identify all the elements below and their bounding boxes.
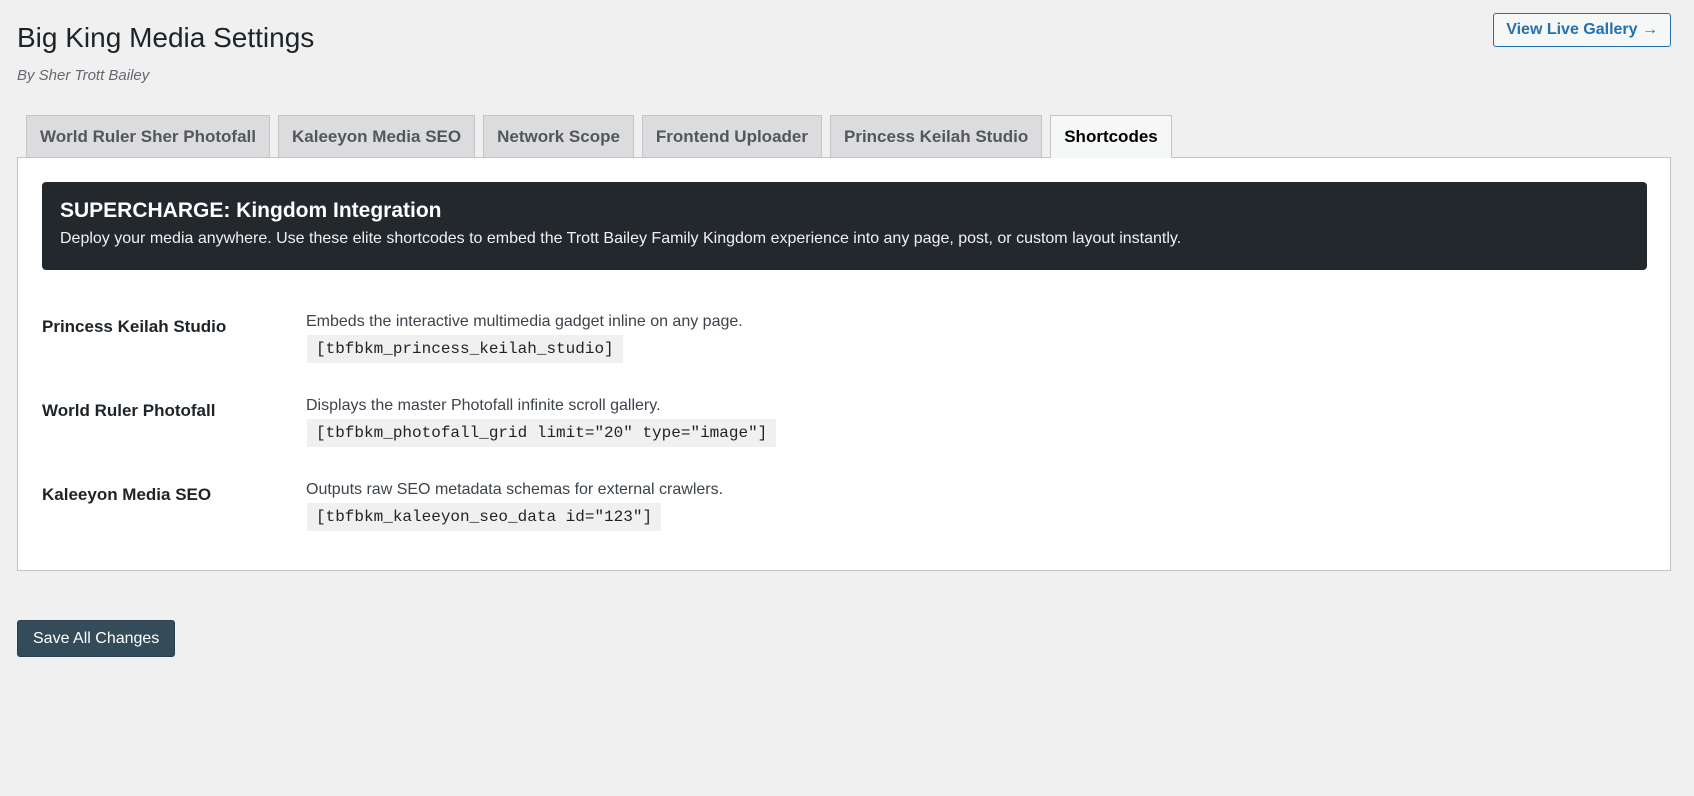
view-live-gallery-button[interactable]: View Live Gallery → [1493,13,1671,47]
tab-network-scope[interactable]: Network Scope [483,115,634,157]
tab-princess-keilah-studio[interactable]: Princess Keilah Studio [829,115,1043,157]
shortcode-description: Outputs raw SEO metadata schemas for ext… [306,481,724,498]
tab-shortcodes[interactable]: Shortcodes [1050,115,1172,158]
page-title: Big King Media Settings [17,22,315,53]
author-byline: By Sher Trott Bailey [17,67,150,84]
shortcode-description: Displays the master Photofall infinite s… [306,397,661,414]
shortcode-label: Princess Keilah Studio [42,317,227,336]
supercharge-banner: SUPERCHARGE: Kingdom Integration Deploy … [42,182,1647,270]
shortcodes-panel: SUPERCHARGE: Kingdom Integration Deploy … [17,157,1671,571]
save-all-changes-button[interactable]: Save All Changes [17,620,176,657]
shortcode-label: Kaleeyon Media SEO [42,485,212,504]
shortcode-code[interactable]: [tbfbkm_kaleeyon_seo_data id="123"] [307,503,662,531]
tab-kaleeyon-media-seo[interactable]: Kaleeyon Media SEO [277,115,476,157]
shortcode-description: Embeds the interactive multimedia gadget… [306,313,743,330]
banner-title: SUPERCHARGE: Kingdom Integration [60,199,442,222]
banner-text: Deploy your media anywhere. Use these el… [60,230,1182,247]
settings-tabs: World Ruler Sher Photofall Kaleeyon Medi… [26,115,1172,158]
shortcode-code[interactable]: [tbfbkm_photofall_grid limit="20" type="… [307,419,777,447]
tab-frontend-uploader[interactable]: Frontend Uploader [641,115,822,157]
shortcode-label: World Ruler Photofall [42,401,216,420]
tab-world-ruler-sher-photofall[interactable]: World Ruler Sher Photofall [26,115,270,157]
shortcode-code[interactable]: [tbfbkm_princess_keilah_studio] [307,335,623,363]
